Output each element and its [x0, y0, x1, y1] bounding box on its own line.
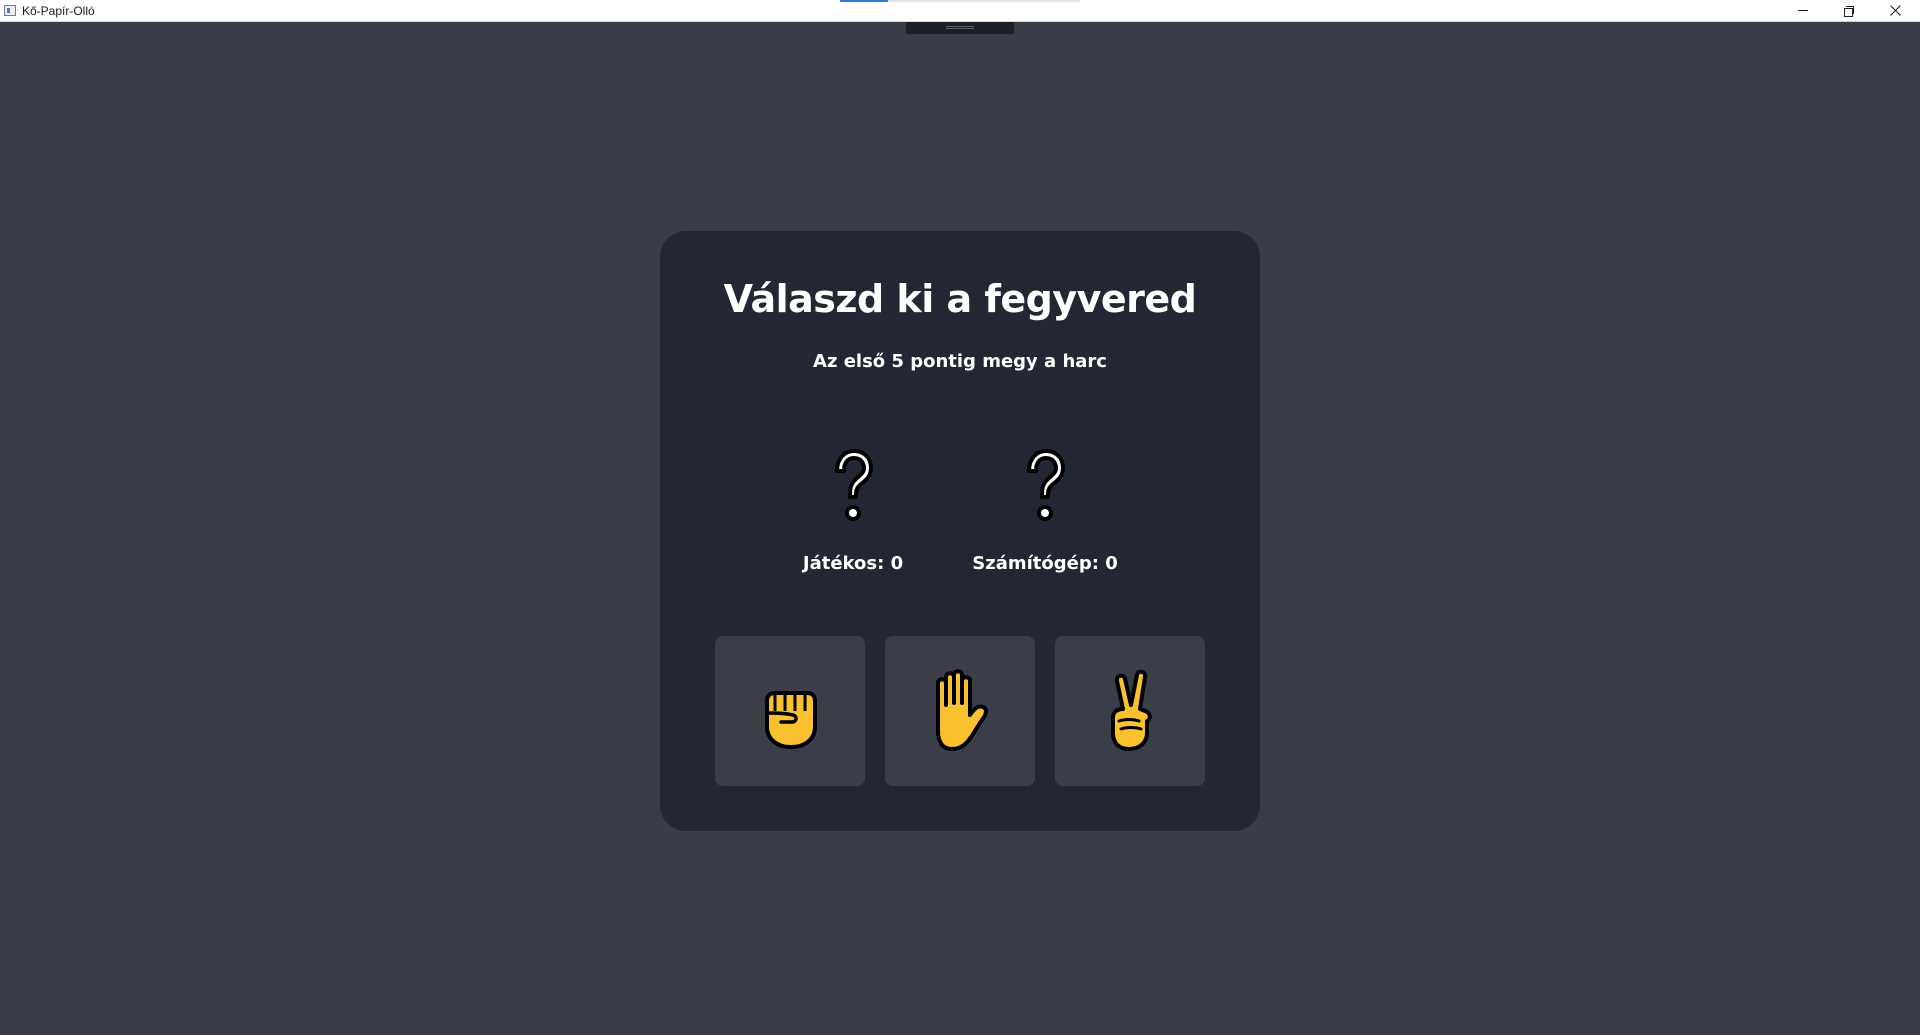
- player-score: Játékos: 0: [802, 553, 904, 574]
- raised-fist-icon: [765, 691, 817, 749]
- paper-button[interactable]: [885, 636, 1035, 786]
- computer-choice-display: [965, 445, 1125, 527]
- game-heading: Válaszd ki a fegyvered: [723, 277, 1197, 321]
- scissors-button[interactable]: [1055, 636, 1205, 786]
- window-title: Kő-Papír-Olló: [22, 4, 95, 18]
- game-subheading: Az első 5 pontig megy a harc: [813, 351, 1107, 372]
- game-card: Válaszd ki a fegyvered Az első 5 pontig …: [660, 231, 1260, 831]
- question-mark-icon: [1027, 449, 1065, 521]
- app-icon: [4, 5, 16, 16]
- minimize-icon: [1798, 10, 1808, 11]
- restore-button[interactable]: [1826, 0, 1872, 21]
- raised-hand-icon: [936, 669, 988, 751]
- grip-icon: [946, 26, 974, 29]
- close-button[interactable]: [1872, 0, 1918, 21]
- victory-hand-icon: [1111, 669, 1152, 751]
- player-choice-display: [773, 445, 933, 527]
- restore-icon: [1844, 5, 1854, 17]
- question-mark-icon: [835, 449, 873, 521]
- computer-score: Számítógép: 0: [972, 553, 1118, 574]
- rock-button[interactable]: [715, 636, 865, 786]
- window-titlebar: Kő-Papír-Olló: [0, 0, 1920, 22]
- drag-handle[interactable]: [906, 22, 1014, 34]
- minimize-button[interactable]: [1780, 0, 1826, 21]
- tab-strip-active-indicator: [840, 0, 888, 2]
- tab-strip: [840, 0, 1080, 2]
- close-icon: [1889, 5, 1901, 16]
